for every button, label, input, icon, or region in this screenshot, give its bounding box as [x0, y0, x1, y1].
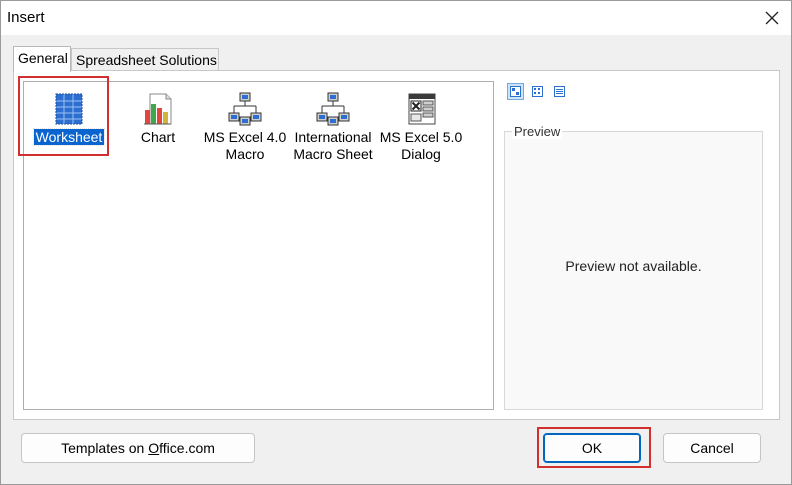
list-item-excel-5-dialog[interactable]: MS Excel 5.0 Dialog [379, 92, 463, 163]
ok-button[interactable]: OK [543, 433, 641, 463]
large-icons-view-icon [510, 86, 521, 97]
template-list[interactable]: Worksheet Chart MS Excel 4.0 Macro Inter… [23, 81, 494, 410]
tab-general-label: General [18, 50, 68, 66]
chart-icon [144, 93, 172, 125]
dialog-title: Insert [7, 9, 45, 26]
templates-on-office-button[interactable]: Templates on Office.com [21, 433, 255, 463]
templates-button-label: Templates on Office.com [61, 440, 215, 456]
tab-panel-general: Worksheet Chart MS Excel 4.0 Macro Inter… [13, 70, 780, 420]
list-item-international-macro-sheet[interactable]: International Macro Sheet [290, 92, 376, 163]
tab-spreadsheet-solutions[interactable]: Spreadsheet Solutions [71, 48, 219, 72]
macro-icon [316, 92, 350, 126]
details-view-button[interactable] [551, 83, 568, 100]
preview-group: Preview Preview not available. [504, 124, 763, 410]
close-button[interactable] [757, 3, 787, 33]
title-bar: Insert [1, 1, 791, 35]
list-item-label: MS Excel 5.0 Dialog [379, 129, 463, 162]
list-item-label: Worksheet [32, 128, 106, 146]
dialog-sheet-icon [408, 93, 436, 125]
list-view-icon [532, 86, 543, 97]
worksheet-icon [55, 93, 83, 125]
list-item-chart[interactable]: Chart [129, 92, 187, 146]
large-icons-view-button[interactable] [507, 83, 524, 100]
list-view-button[interactable] [529, 83, 546, 100]
tab-spreadsheet-solutions-label: Spreadsheet Solutions [76, 52, 217, 68]
list-item-worksheet[interactable]: Worksheet [32, 92, 106, 146]
macro-icon [228, 92, 262, 126]
cancel-button-label: Cancel [690, 440, 734, 456]
list-item-label: Chart [140, 129, 176, 145]
close-icon [765, 11, 779, 25]
tab-general[interactable]: General [13, 46, 71, 72]
list-item-label: International Macro Sheet [293, 129, 373, 162]
list-item-excel-4-macro[interactable]: MS Excel 4.0 Macro [200, 92, 290, 163]
insert-dialog: Insert General Spreadsheet Solutions Wor… [0, 0, 792, 485]
preview-message: Preview not available. [565, 258, 702, 274]
details-view-icon [554, 86, 565, 97]
list-item-label: MS Excel 4.0 Macro [203, 129, 287, 162]
cancel-button[interactable]: Cancel [663, 433, 761, 463]
ok-button-label: OK [581, 440, 603, 456]
preview-label: Preview [512, 124, 563, 139]
